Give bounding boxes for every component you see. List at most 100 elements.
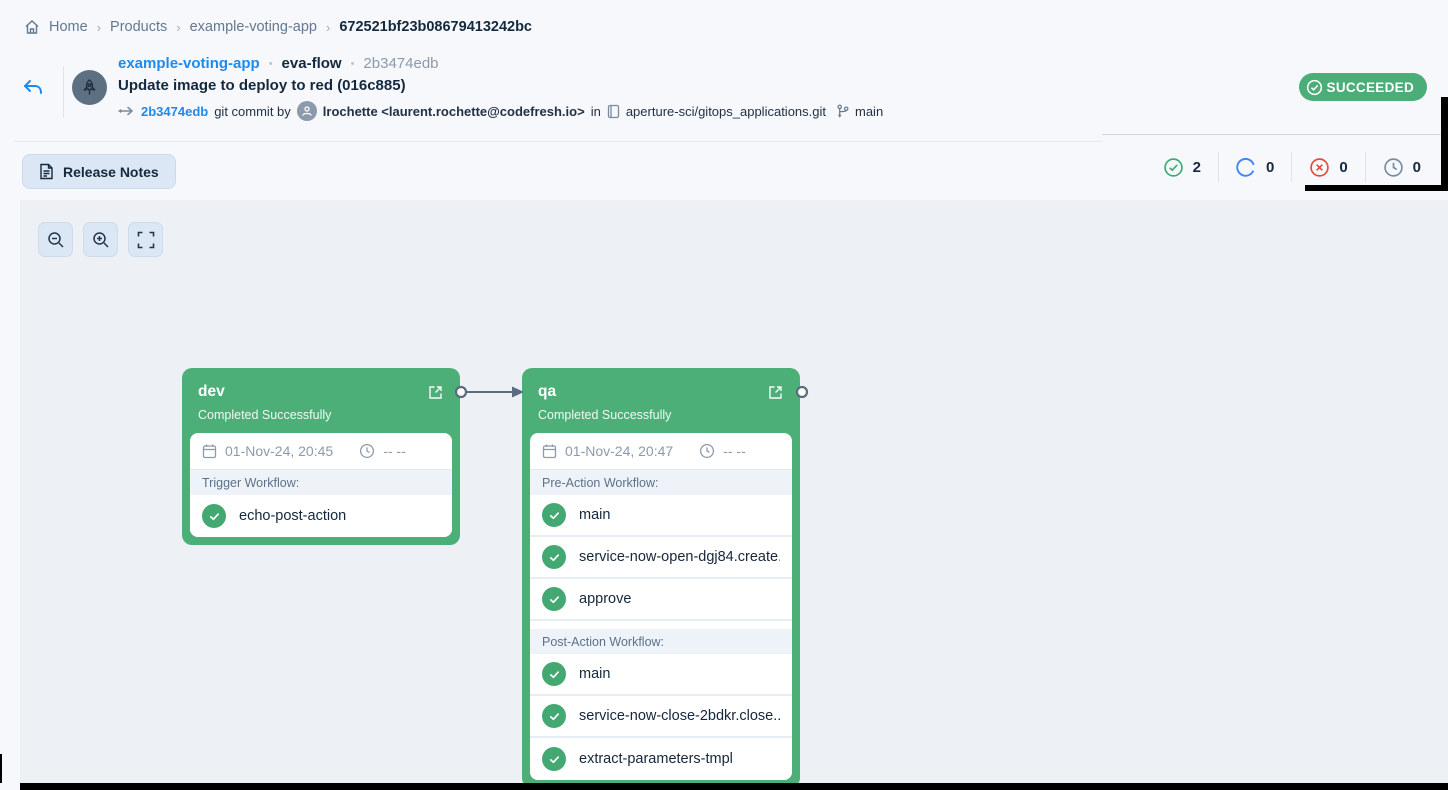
success-check-icon: [202, 504, 226, 528]
bullet-separator: •: [269, 58, 273, 70]
in-label: in: [591, 104, 601, 119]
commit-author: lrochette <laurent.rochette@codefresh.io…: [323, 104, 585, 119]
person-icon: [301, 105, 313, 117]
failed-icon: [1309, 157, 1330, 178]
release-avatar: [72, 70, 107, 105]
external-link-icon[interactable]: [427, 384, 444, 401]
zoom-out-button[interactable]: [38, 222, 73, 257]
screen-artifact-bar: [20, 783, 1448, 790]
screen-artifact-bar: [1305, 185, 1448, 191]
workflow-item[interactable]: service-now-close-2bdkr.close...: [530, 696, 792, 738]
commit-action-label: git commit by: [214, 104, 291, 119]
clock-icon: [1383, 157, 1404, 178]
workflow-item[interactable]: approve: [530, 579, 792, 621]
breadcrumb: Home › Products › example-voting-app › 6…: [24, 19, 532, 35]
release-hash: 2b3474edb: [363, 55, 438, 72]
workflow-item[interactable]: extract-parameters-tmpl: [530, 738, 792, 780]
workflow-item-label: approve: [579, 591, 631, 607]
document-icon: [39, 163, 54, 180]
workflow-section-label: Pre-Action Workflow:: [530, 470, 792, 495]
section-divider: [14, 141, 1102, 142]
stage-card-qa[interactable]: qa Completed Successfully 01-Nov-24, 20:…: [522, 368, 800, 788]
fit-to-screen-button[interactable]: [128, 222, 163, 257]
flow-name: eva-flow: [282, 55, 342, 72]
counter-running[interactable]: 0: [1218, 152, 1291, 182]
workflow-item[interactable]: main: [530, 654, 792, 696]
check-circle-icon: [1305, 78, 1324, 97]
success-check-icon: [542, 545, 566, 569]
rocket-icon: [80, 78, 99, 97]
workflow-item[interactable]: main: [530, 495, 792, 537]
success-check-icon: [542, 704, 566, 728]
title-row: example-voting-app • eva-flow • 2b3474ed…: [118, 55, 883, 72]
clock-icon: [359, 443, 375, 459]
stage-date-row: 01-Nov-24, 20:45 -- --: [190, 433, 452, 470]
workflow-item-label: service-now-open-dgj84.create...: [579, 549, 780, 565]
stage-status: Completed Successfully: [198, 408, 444, 422]
pipeline-canvas[interactable]: dev Completed Successfully 01-Nov-24, 20…: [20, 200, 1448, 783]
stage-date: 01-Nov-24, 20:45: [225, 443, 333, 459]
workflow-section-label: Trigger Workflow:: [190, 470, 452, 495]
workflow-item-label: main: [579, 507, 610, 523]
status-badge: SUCCEEDED: [1299, 73, 1427, 101]
screen-artifact-bar: [1441, 97, 1448, 190]
succeeded-icon: [1163, 157, 1184, 178]
stage-body: 01-Nov-24, 20:45 -- -- Trigger Workflow:…: [190, 433, 452, 537]
toolbar: Release Notes 2 0 0 0: [0, 150, 1448, 192]
running-spinner-icon: [1236, 157, 1257, 178]
workflow-section-label: Post-Action Workflow:: [530, 629, 792, 654]
header-divider: [63, 66, 64, 118]
success-check-icon: [542, 587, 566, 611]
product-link[interactable]: example-voting-app: [118, 55, 260, 72]
breadcrumb-products[interactable]: Products: [110, 19, 167, 35]
release-header: example-voting-app • eva-flow • 2b3474ed…: [0, 52, 1448, 140]
breadcrumb-separator: ›: [176, 20, 180, 35]
stage-duration: -- --: [723, 443, 746, 459]
workflow-item[interactable]: echo-post-action: [190, 495, 452, 537]
calendar-icon: [202, 443, 217, 459]
branch-icon: [836, 104, 849, 119]
stage-name: dev: [198, 383, 225, 401]
commit-icon: [118, 105, 135, 117]
workflow-item-label: main: [579, 666, 610, 682]
stage-card-dev[interactable]: dev Completed Successfully 01-Nov-24, 20…: [182, 368, 460, 545]
breadcrumb-separator: ›: [326, 20, 330, 35]
home-icon: [24, 19, 40, 35]
success-check-icon: [542, 662, 566, 686]
counter-failed[interactable]: 0: [1291, 152, 1364, 182]
counter-value: 2: [1193, 159, 1201, 176]
stage-name: qa: [538, 383, 556, 401]
calendar-icon: [542, 443, 557, 459]
zoom-in-button[interactable]: [83, 222, 118, 257]
counter-succeeded[interactable]: 2: [1146, 152, 1218, 182]
section-divider: [1102, 134, 1448, 135]
workflow-item[interactable]: service-now-open-dgj84.create...: [530, 537, 792, 579]
workflow-item-label: service-now-close-2bdkr.close...: [579, 708, 780, 724]
zoom-controls: [38, 222, 163, 257]
stage-body: 01-Nov-24, 20:47 -- -- Pre-Action Workfl…: [530, 433, 792, 780]
workflow-item-label: extract-parameters-tmpl: [579, 751, 733, 767]
header-text-block: example-voting-app • eva-flow • 2b3474ed…: [118, 55, 883, 121]
counter-pending[interactable]: 0: [1365, 152, 1438, 182]
breadcrumb-home[interactable]: Home: [49, 19, 88, 35]
stage-duration: -- --: [383, 443, 406, 459]
stage-status: Completed Successfully: [538, 408, 784, 422]
commit-hash-link[interactable]: 2b3474edb: [141, 104, 208, 119]
status-badge-label: SUCCEEDED: [1327, 80, 1414, 95]
breadcrumb-separator: ›: [97, 20, 101, 35]
workflow-item-label: echo-post-action: [239, 508, 346, 524]
external-link-icon[interactable]: [767, 384, 784, 401]
release-notes-button[interactable]: Release Notes: [22, 154, 176, 189]
counter-value: 0: [1413, 159, 1421, 176]
success-check-icon: [542, 503, 566, 527]
branch-name: main: [855, 104, 883, 119]
commit-message: Update image to deploy to red (016c885): [118, 77, 883, 94]
screen-artifact-bar: [0, 754, 2, 783]
back-button[interactable]: [22, 78, 44, 98]
stage-header: dev Completed Successfully: [190, 376, 452, 433]
repo-icon: [607, 104, 620, 119]
breadcrumb-product[interactable]: example-voting-app: [190, 19, 317, 35]
breadcrumb-current-release: 672521bf23b08679413242bc: [339, 19, 532, 35]
stage-date: 01-Nov-24, 20:47: [565, 443, 673, 459]
clock-icon: [699, 443, 715, 459]
